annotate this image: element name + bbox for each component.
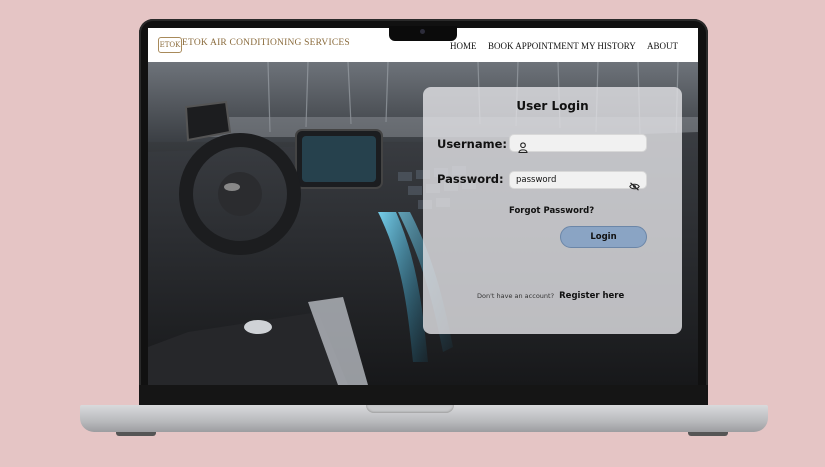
- logo[interactable]: ETOK: [158, 37, 182, 53]
- password-value: password: [516, 175, 557, 185]
- brand-name[interactable]: ETOK AIR CONDITIONING SERVICES: [182, 38, 350, 48]
- eye-slash-icon[interactable]: [629, 176, 640, 195]
- laptop-lip: [366, 405, 454, 413]
- username-input[interactable]: [509, 134, 647, 154]
- camera: [420, 29, 425, 34]
- user-icon: [518, 138, 528, 157]
- login-title: User Login: [516, 99, 589, 113]
- nav-home[interactable]: HOME: [450, 41, 477, 51]
- laptop-foot-right: [688, 432, 728, 436]
- laptop-foot-left: [116, 432, 156, 436]
- username-label: Username:: [437, 137, 507, 151]
- login-card: User Login Username: Password: password …: [423, 87, 682, 334]
- register-prompt: Don't have an account?: [477, 292, 555, 300]
- nav-book-appointment[interactable]: BOOK APPOINTMENT: [488, 41, 579, 51]
- login-button[interactable]: Login: [560, 226, 647, 248]
- screen: ETOK ETOK AIR CONDITIONING SERVICES HOME…: [148, 28, 698, 385]
- password-input[interactable]: password: [509, 171, 647, 191]
- password-label: Password:: [437, 172, 504, 186]
- nav-about[interactable]: ABOUT: [647, 41, 678, 51]
- bottom-bezel: [139, 385, 708, 407]
- register-line: Don't have an account? Register here: [477, 283, 624, 302]
- nav-my-history[interactable]: MY HISTORY: [581, 41, 636, 51]
- register-link[interactable]: Register here: [559, 291, 624, 301]
- forgot-password-link[interactable]: Forgot Password?: [509, 206, 594, 216]
